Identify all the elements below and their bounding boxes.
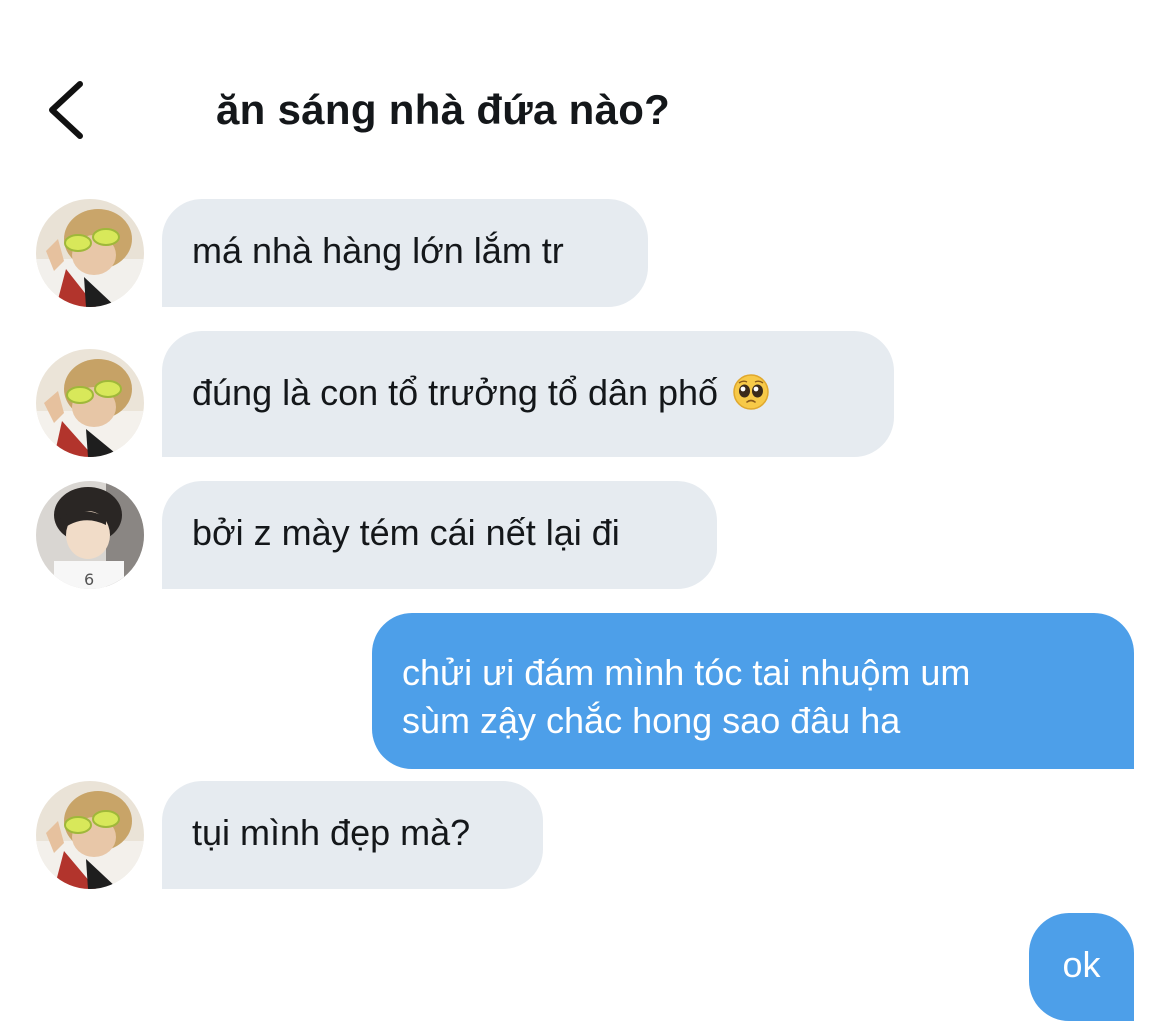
avatar[interactable]: 6: [36, 481, 144, 589]
incoming-message-bubble[interactable]: má nhà hàng lớn lắm tr: [162, 199, 648, 307]
message-text: tụi mình đẹp mà?: [192, 812, 471, 853]
avatar[interactable]: [36, 349, 144, 457]
outgoing-message-bubble[interactable]: chửi ưi đám mình tóc tai nhuộm um sùm zậ…: [372, 613, 1134, 769]
incoming-message-bubble[interactable]: bởi z mày tém cái nết lại đi: [162, 481, 717, 589]
message-text: má nhà hàng lớn lắm tr: [192, 230, 564, 271]
message-text-line: chửi ưi đám mình tóc tai nhuộm um: [402, 652, 971, 693]
message-list: má nhà hàng lớn lắm tr đúng là con tổ tr…: [0, 0, 1169, 1034]
incoming-message-bubble[interactable]: đúng là con tổ trưởng tổ dân phố: [162, 331, 894, 457]
incoming-message-bubble[interactable]: tụi mình đẹp mà?: [162, 781, 543, 889]
message-text: bởi z mày tém cái nết lại đi: [192, 512, 620, 553]
avatar[interactable]: [36, 781, 144, 889]
outgoing-message-bubble[interactable]: ok: [1029, 913, 1134, 1021]
pleading-face-emoji: [732, 373, 770, 411]
message-text: ok: [1062, 944, 1101, 985]
message-text: đúng là con tổ trưởng tổ dân phố: [192, 372, 719, 413]
svg-text:6: 6: [84, 570, 94, 589]
message-text-line: sùm zậy chắc hong sao đâu ha: [402, 700, 901, 741]
avatar[interactable]: [36, 199, 144, 307]
